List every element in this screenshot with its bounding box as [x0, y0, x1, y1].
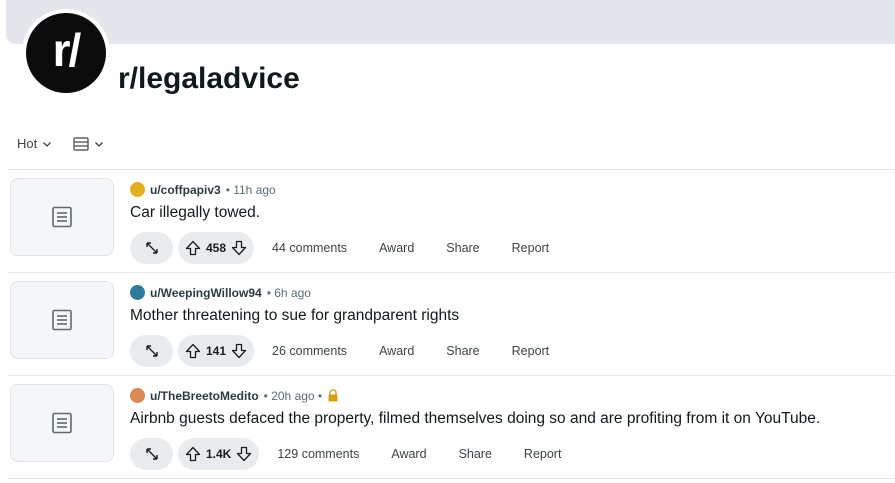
report-button[interactable]: Report	[512, 344, 550, 358]
vote-control: 141	[178, 335, 255, 367]
sort-dropdown[interactable]: Hot	[17, 136, 53, 151]
post-thumbnail[interactable]	[10, 178, 114, 256]
chevron-down-icon	[43, 141, 52, 147]
comments-button[interactable]: 44 comments	[272, 241, 347, 255]
text-post-icon	[52, 412, 72, 434]
upvote-icon[interactable]	[185, 446, 201, 462]
subreddit-avatar-text: r/	[52, 24, 82, 76]
subreddit-banner	[6, 0, 895, 44]
post-card[interactable]: u/WeepingWillow94 • 6h ago Mother threat…	[10, 273, 895, 376]
chevron-down-icon	[95, 141, 104, 147]
downvote-icon[interactable]	[231, 343, 247, 359]
post-actions: 1.4K 129 comments Award Share Report	[130, 438, 561, 470]
post-thumbnail[interactable]	[10, 281, 114, 359]
expand-button[interactable]	[130, 335, 173, 367]
expand-icon	[145, 242, 158, 254]
post-thumbnail[interactable]	[10, 384, 114, 462]
share-button[interactable]: Share	[446, 241, 479, 255]
vote-control: 458	[178, 232, 255, 264]
subreddit-avatar[interactable]: r/	[22, 9, 110, 97]
feed-controls: Hot	[17, 136, 105, 151]
report-button[interactable]: Report	[524, 447, 562, 461]
comments-button[interactable]: 129 comments	[277, 447, 359, 461]
report-button[interactable]: Report	[512, 241, 550, 255]
divider	[8, 478, 895, 479]
post-meta: u/WeepingWillow94 • 6h ago	[130, 285, 311, 300]
expand-button[interactable]	[130, 232, 173, 264]
post-time: • 11h ago	[225, 182, 276, 197]
share-button[interactable]: Share	[459, 447, 492, 461]
post-time: • 6h ago	[266, 285, 311, 300]
downvote-icon[interactable]	[236, 446, 252, 462]
post-author[interactable]: u/coffpapiv3	[150, 183, 221, 197]
post-author[interactable]: u/WeepingWillow94	[150, 286, 262, 300]
text-post-icon	[52, 309, 72, 331]
award-button[interactable]: Award	[391, 447, 426, 461]
post-title[interactable]: Mother threatening to sue for grandparen…	[130, 307, 459, 325]
vote-count: 458	[206, 241, 227, 255]
post-actions: 458 44 comments Award Share Report	[130, 232, 549, 264]
post-meta: u/TheBreetoMedito • 20h ago •	[130, 388, 339, 403]
lock-icon	[328, 389, 338, 402]
post-title[interactable]: Car illegally towed.	[130, 204, 260, 222]
post-meta: u/coffpapiv3 • 11h ago	[130, 182, 276, 197]
award-button[interactable]: Award	[379, 241, 414, 255]
upvote-icon[interactable]	[185, 343, 201, 359]
upvote-icon[interactable]	[185, 240, 201, 256]
text-post-icon	[52, 206, 72, 228]
expand-icon	[145, 448, 158, 460]
award-button[interactable]: Award	[379, 344, 414, 358]
card-view-icon	[73, 136, 89, 151]
subreddit-title: r/legaladvice	[118, 62, 300, 95]
comments-button[interactable]: 26 comments	[272, 344, 347, 358]
post-card[interactable]: u/coffpapiv3 • 11h ago Car illegally tow…	[10, 170, 895, 273]
user-avatar[interactable]	[130, 182, 145, 197]
user-avatar[interactable]	[130, 388, 145, 403]
post-actions: 141 26 comments Award Share Report	[130, 335, 549, 367]
post-card[interactable]: u/TheBreetoMedito • 20h ago • Airbnb gue…	[10, 376, 895, 479]
expand-icon	[145, 345, 158, 357]
view-dropdown[interactable]	[73, 136, 105, 151]
expand-button[interactable]	[130, 438, 173, 470]
vote-control: 1.4K	[178, 438, 260, 470]
vote-count: 1.4K	[206, 447, 232, 461]
post-time: • 20h ago •	[263, 388, 323, 403]
downvote-icon[interactable]	[231, 240, 247, 256]
post-author[interactable]: u/TheBreetoMedito	[150, 389, 259, 403]
user-avatar[interactable]	[130, 285, 145, 300]
post-title[interactable]: Airbnb guests defaced the property, film…	[130, 410, 820, 428]
sort-label: Hot	[17, 136, 38, 151]
vote-count: 141	[206, 344, 227, 358]
share-button[interactable]: Share	[446, 344, 479, 358]
